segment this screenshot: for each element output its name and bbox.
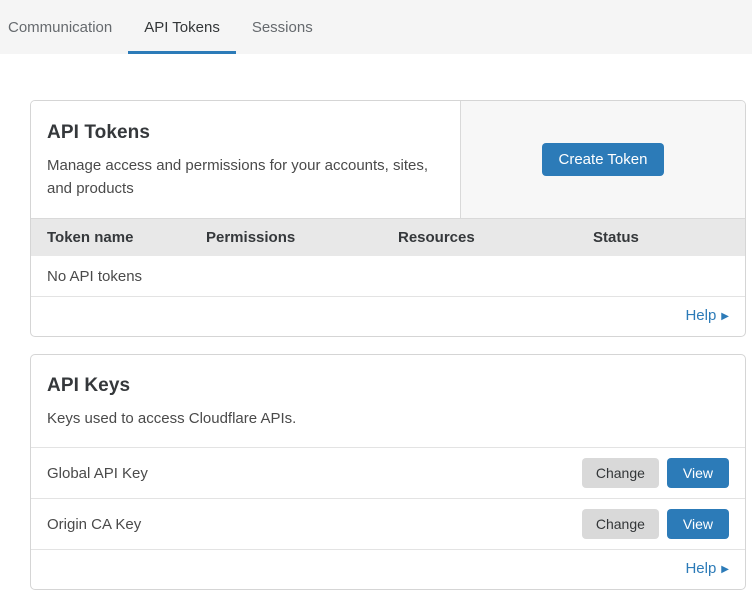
api-keys-card: API Keys Keys used to access Cloudflare … (30, 354, 746, 590)
tab-sessions[interactable]: Sessions (236, 0, 329, 54)
global-api-key-change-button[interactable]: Change (582, 458, 659, 488)
help-link-label: Help (685, 560, 716, 577)
global-api-key-actions: Change View (582, 458, 729, 488)
help-arrow-icon: ▶ (721, 311, 729, 322)
origin-ca-key-actions: Change View (582, 509, 729, 539)
api-keys-card-footer: Help ▶ (31, 549, 745, 589)
api-keys-help-link[interactable]: Help ▶ (685, 560, 729, 577)
token-table-empty-row: No API tokens (31, 256, 745, 296)
api-tokens-help-link[interactable]: Help ▶ (685, 307, 729, 324)
api-tokens-card-title: API Tokens (47, 122, 444, 144)
tab-api-tokens[interactable]: API Tokens (128, 0, 236, 54)
tab-communication[interactable]: Communication (8, 0, 128, 54)
api-key-row-origin-ca: Origin CA Key Change View (31, 498, 745, 549)
api-tokens-card-header: API Tokens Manage access and permissions… (31, 101, 745, 218)
api-keys-card-description: Keys used to access Cloudflare APIs. (47, 407, 439, 430)
api-keys-card-title: API Keys (47, 375, 729, 397)
api-tokens-card-header-actions: Create Token (461, 101, 745, 218)
origin-ca-key-view-button[interactable]: View (667, 509, 729, 539)
create-token-button[interactable]: Create Token (542, 143, 665, 176)
api-tokens-card-header-text: API Tokens Manage access and permissions… (31, 101, 461, 218)
tab-bar: Communication API Tokens Sessions (0, 0, 752, 54)
help-link-label: Help (685, 307, 716, 324)
no-api-tokens-message: No API tokens (47, 268, 142, 285)
api-tokens-card: API Tokens Manage access and permissions… (30, 100, 746, 337)
column-header-status: Status (593, 229, 729, 246)
global-api-key-label: Global API Key (47, 465, 148, 482)
help-arrow-icon: ▶ (721, 564, 729, 575)
origin-ca-key-label: Origin CA Key (47, 516, 141, 533)
column-header-permissions: Permissions (206, 229, 398, 246)
token-table-header: Token name Permissions Resources Status (31, 218, 745, 256)
column-header-resources: Resources (398, 229, 593, 246)
api-keys-card-header: API Keys Keys used to access Cloudflare … (31, 355, 745, 447)
api-key-row-global: Global API Key Change View (31, 447, 745, 498)
origin-ca-key-change-button[interactable]: Change (582, 509, 659, 539)
api-tokens-card-footer: Help ▶ (31, 296, 745, 336)
api-tokens-card-description: Manage access and permissions for your a… (47, 154, 439, 201)
column-header-token-name: Token name (47, 229, 206, 246)
global-api-key-view-button[interactable]: View (667, 458, 729, 488)
